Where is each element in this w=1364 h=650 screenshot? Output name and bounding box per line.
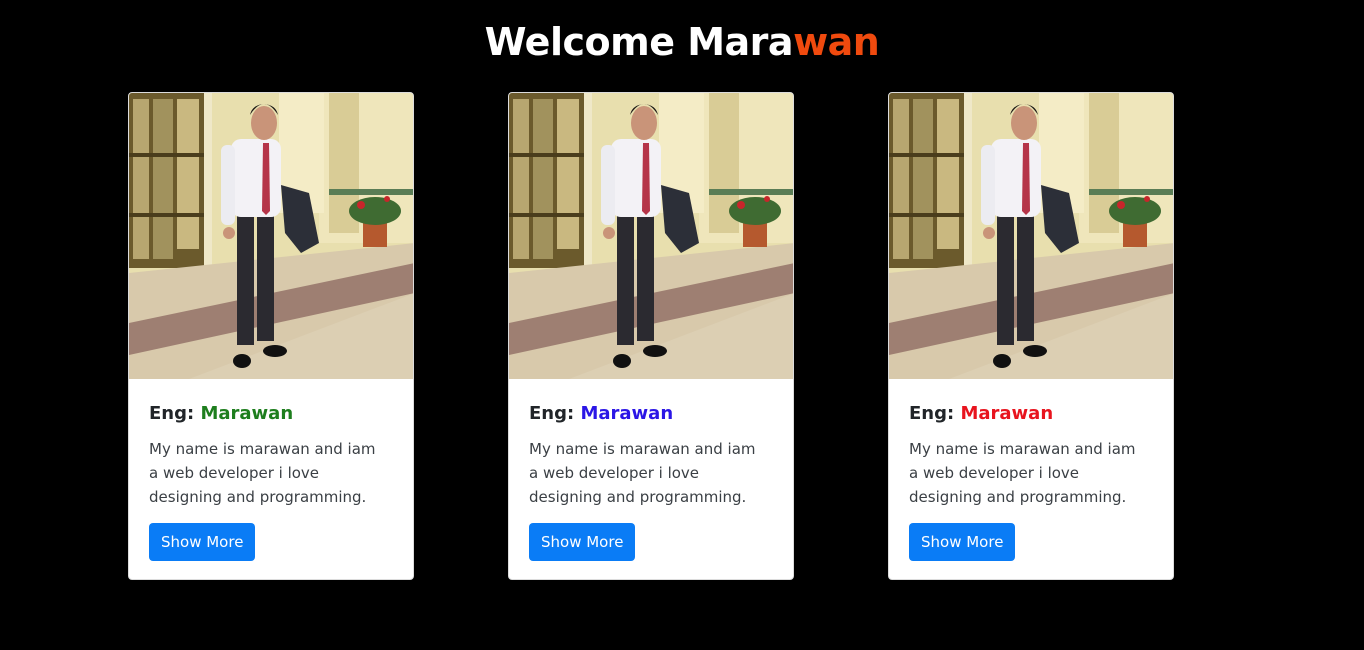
show-more-button[interactable]: Show More bbox=[149, 523, 256, 561]
card-description: My name is marawan and iam a web develop… bbox=[149, 440, 376, 506]
show-more-button[interactable]: Show More bbox=[909, 523, 1016, 561]
card-title: Eng: Marawan bbox=[529, 401, 773, 427]
card-title-prefix: Eng: bbox=[149, 403, 201, 424]
profile-photo bbox=[509, 93, 794, 379]
card-title-name: Marawan bbox=[580, 403, 674, 424]
card-title: Eng: Marawan bbox=[909, 401, 1153, 427]
card-title: Eng: Marawan bbox=[149, 401, 393, 427]
card-title-prefix: Eng: bbox=[909, 403, 961, 424]
profile-card: Eng: Marawan My name is marawan and iam … bbox=[128, 92, 414, 580]
card-body: Eng: Marawan My name is marawan and iam … bbox=[129, 379, 413, 561]
card-title-name: Marawan bbox=[960, 403, 1054, 424]
card-title-prefix: Eng: bbox=[529, 403, 581, 424]
card-body: Eng: Marawan My name is marawan and iam … bbox=[509, 379, 793, 561]
card-description: My name is marawan and iam a web develop… bbox=[529, 440, 756, 506]
profile-card: Eng: Marawan My name is marawan and iam … bbox=[508, 92, 794, 580]
show-more-button[interactable]: Show More bbox=[529, 523, 636, 561]
page-title-part-1: Welcome Mara bbox=[484, 20, 794, 64]
profile-card: Eng: Marawan My name is marawan and iam … bbox=[888, 92, 1174, 580]
card-description: My name is marawan and iam a web develop… bbox=[909, 440, 1136, 506]
card-title-name: Marawan bbox=[200, 403, 294, 424]
page-title: Welcome Marawan bbox=[0, 19, 1364, 65]
page: Welcome Marawan Eng: Marawan My name is … bbox=[0, 0, 1364, 650]
page-title-part-2: wan bbox=[793, 20, 880, 64]
profile-photo bbox=[889, 93, 1174, 379]
profile-photo bbox=[129, 93, 414, 379]
card-body: Eng: Marawan My name is marawan and iam … bbox=[889, 379, 1173, 561]
